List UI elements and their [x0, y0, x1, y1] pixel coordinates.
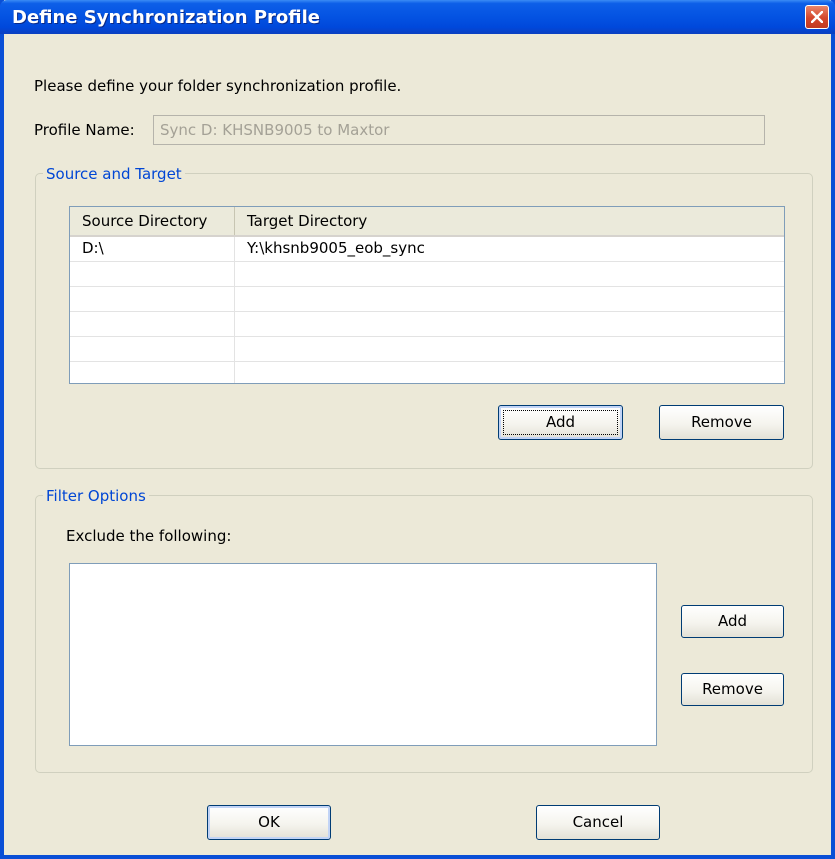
add-directory-button[interactable]: Add: [498, 405, 623, 440]
target-cell: [235, 312, 784, 336]
cancel-button[interactable]: Cancel: [536, 805, 660, 840]
ok-label: OK: [258, 813, 280, 831]
target-cell: Y:\khsnb9005_eob_sync: [247, 239, 425, 257]
filter-options-group-label: Filter Options: [43, 487, 149, 505]
table-row[interactable]: D:\ Y:\khsnb9005_eob_sync: [70, 237, 784, 262]
target-cell: [235, 362, 784, 383]
focus-rect: [503, 410, 618, 435]
exclude-label: Exclude the following:: [66, 527, 232, 545]
title-bar[interactable]: Define Synchronization Profile: [0, 0, 835, 34]
table-row[interactable]: [70, 262, 784, 287]
source-cell: [70, 262, 235, 286]
source-cell: [70, 337, 235, 361]
target-cell: [235, 287, 784, 311]
source-target-group-label: Source and Target: [43, 165, 185, 183]
profile-name-label: Profile Name:: [34, 121, 135, 139]
close-icon: [811, 11, 823, 23]
source-cell: [70, 287, 235, 311]
column-target-directory[interactable]: Target Directory: [235, 207, 784, 235]
column-source-directory[interactable]: Source Directory: [70, 207, 235, 235]
remove-directory-button[interactable]: Remove: [659, 405, 784, 440]
close-button[interactable]: [805, 5, 829, 29]
source-cell: [70, 312, 235, 336]
ok-button[interactable]: OK: [207, 805, 331, 840]
remove-directory-label: Remove: [691, 413, 752, 431]
table-row[interactable]: [70, 362, 784, 383]
exclude-list[interactable]: [69, 563, 657, 746]
target-cell: [235, 337, 784, 361]
target-cell: [235, 262, 784, 286]
table-row[interactable]: [70, 337, 784, 362]
directory-list[interactable]: Source Directory Target Directory D:\ Y:…: [69, 206, 785, 384]
add-filter-label: Add: [717, 612, 748, 630]
remove-filter-button[interactable]: Remove: [681, 673, 784, 706]
remove-filter-label: Remove: [702, 680, 763, 698]
profile-name-input[interactable]: Sync D: KHSNB9005 to Maxtor: [153, 115, 765, 145]
table-row[interactable]: [70, 287, 784, 312]
dialog-window: Define Synchronization Profile Please de…: [0, 0, 835, 859]
add-filter-button[interactable]: Add: [681, 605, 784, 638]
cancel-label: Cancel: [572, 813, 624, 831]
directory-list-header: Source Directory Target Directory: [70, 207, 784, 237]
window-title: Define Synchronization Profile: [12, 7, 321, 28]
source-cell: D:\: [70, 237, 235, 261]
intro-text: Please define your folder synchronizatio…: [34, 77, 402, 95]
table-row[interactable]: [70, 312, 784, 337]
source-cell: [70, 362, 235, 383]
